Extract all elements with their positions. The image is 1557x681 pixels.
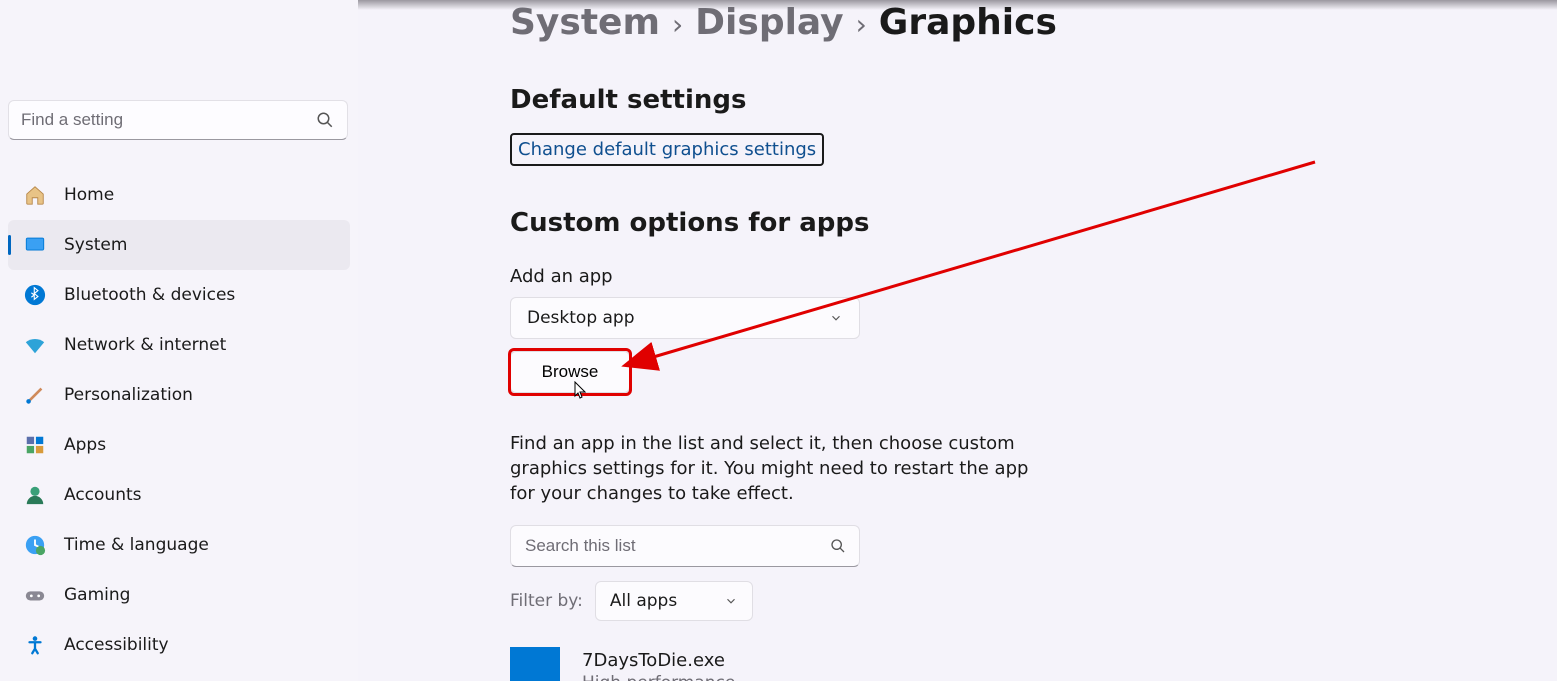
sidebar-item-accessibility[interactable]: Accessibility <box>8 620 350 670</box>
system-icon <box>24 234 46 256</box>
sidebar-item-label: Bluetooth & devices <box>64 285 235 305</box>
sidebar-item-label: Network & internet <box>64 335 226 355</box>
clock-globe-icon <box>24 534 46 556</box>
apps-icon <box>24 434 46 456</box>
filter-by-label: Filter by: <box>510 591 583 611</box>
sidebar-item-accounts[interactable]: Accounts <box>8 470 350 520</box>
chevron-right-icon: › <box>856 8 867 41</box>
sidebar-item-personalization[interactable]: Personalization <box>8 370 350 420</box>
sidebar-item-network[interactable]: Network & internet <box>8 320 350 370</box>
wifi-icon <box>24 334 46 356</box>
sidebar-item-label: Personalization <box>64 385 193 405</box>
app-tile-icon <box>510 647 560 681</box>
gamepad-icon <box>24 584 46 606</box>
section-custom-options: Custom options for apps <box>510 208 1557 238</box>
breadcrumb-system[interactable]: System <box>510 2 660 43</box>
app-list-search-input[interactable] <box>510 525 860 567</box>
app-type-selected-value: Desktop app <box>527 308 635 328</box>
change-default-graphics-link[interactable]: Change default graphics settings <box>510 133 824 166</box>
filter-select[interactable]: All apps <box>595 581 753 621</box>
search-icon <box>830 538 846 554</box>
sidebar-item-system[interactable]: System <box>8 220 350 270</box>
sidebar-item-label: Accessibility <box>64 635 169 655</box>
app-list-item[interactable]: 7DaysToDie.exe High performance <box>510 647 1557 681</box>
sidebar-item-home[interactable]: Home <box>8 170 350 220</box>
chevron-right-icon: › <box>672 8 683 41</box>
settings-search-input[interactable] <box>8 100 348 140</box>
custom-options-help-text: Find an app in the list and select it, t… <box>510 431 1040 507</box>
filter-selected-value: All apps <box>610 591 677 611</box>
sidebar-item-label: Gaming <box>64 585 130 605</box>
browse-button[interactable]: Browse <box>510 351 630 393</box>
paintbrush-icon <box>24 384 46 406</box>
sidebar-item-label: Home <box>64 185 114 205</box>
app-name: 7DaysToDie.exe <box>582 650 735 671</box>
breadcrumb-display[interactable]: Display <box>695 2 843 43</box>
accessibility-icon <box>24 634 46 656</box>
sidebar-item-bluetooth[interactable]: Bluetooth & devices <box>8 270 350 320</box>
chevron-down-icon <box>829 311 843 325</box>
bluetooth-icon <box>24 284 46 306</box>
add-app-label: Add an app <box>510 266 1557 287</box>
chevron-down-icon <box>724 594 738 608</box>
sidebar-item-label: System <box>64 235 127 255</box>
app-preference: High performance <box>582 673 735 681</box>
sidebar-item-time-language[interactable]: Time & language <box>8 520 350 570</box>
app-type-select[interactable]: Desktop app <box>510 297 860 339</box>
sidebar-item-label: Time & language <box>64 535 209 555</box>
home-icon <box>24 184 46 206</box>
accounts-icon <box>24 484 46 506</box>
sidebar-item-apps[interactable]: Apps <box>8 420 350 470</box>
breadcrumb-current: Graphics <box>879 2 1057 43</box>
breadcrumb: System › Display › Graphics <box>510 0 1557 43</box>
sidebar-item-label: Apps <box>64 435 106 455</box>
sidebar-item-gaming[interactable]: Gaming <box>8 570 350 620</box>
section-default-settings: Default settings <box>510 85 1557 115</box>
sidebar-item-label: Accounts <box>64 485 142 505</box>
